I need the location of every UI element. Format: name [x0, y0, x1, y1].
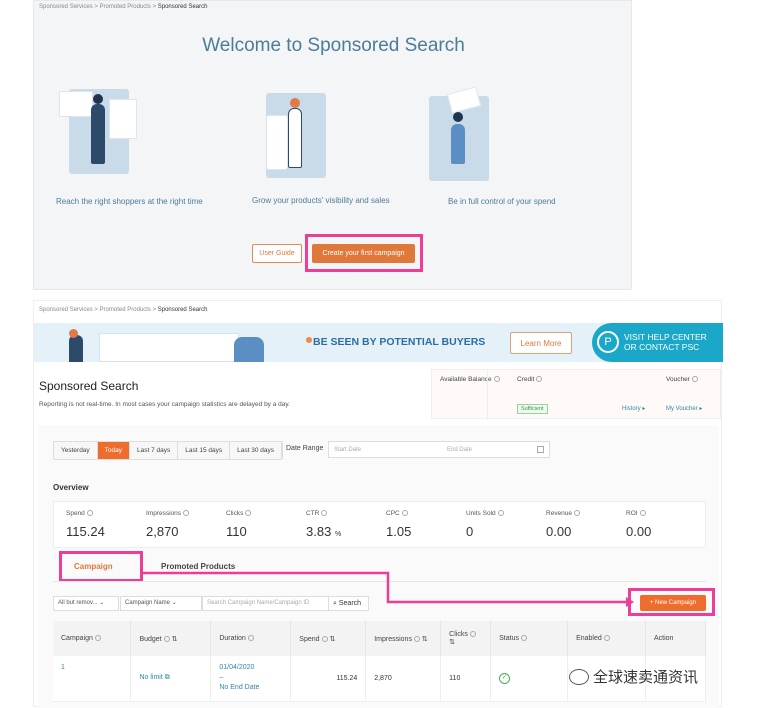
column-header-campaign: Campaign — [53, 621, 132, 656]
column-header-enabled: Enabled — [567, 621, 646, 656]
breadcrumb-item[interactable]: Sponsored Services — [39, 4, 93, 10]
status-filter-select[interactable]: All but remov... ⌄ — [53, 596, 119, 611]
visibility-illustration — [266, 93, 326, 178]
watermark: 全球速卖通资讯 — [569, 666, 698, 687]
wechat-icon — [569, 668, 589, 685]
column-header-clicks[interactable]: Clicks ⇅ — [440, 621, 492, 656]
sort-icon[interactable]: ⇅ — [449, 639, 455, 646]
feature-caption: Reach the right shoppers at the right ti… — [56, 197, 203, 206]
info-icon — [521, 635, 527, 642]
sort-icon[interactable]: ⇅ — [330, 636, 336, 643]
new-campaign-button[interactable]: + New Campaign — [640, 595, 706, 611]
welcome-panel: Sponsored Services > Promoted Products >… — [33, 0, 632, 290]
duration-cell[interactable]: 01/04/2020– No End Date — [210, 656, 292, 702]
sort-icon[interactable]: ⇅ — [422, 636, 428, 643]
column-header-spend[interactable]: Spend ⇅ — [290, 621, 367, 656]
spend-cell: 115.24 — [290, 656, 367, 702]
shoppers-illustration — [59, 89, 137, 174]
impressions-cell: 2,870 — [365, 656, 442, 702]
campaign-table: Campaign Budget ⇅ Duration Spend ⇅ Impressio… — [53, 621, 707, 702]
user-guide-button[interactable]: User Guide — [252, 244, 302, 263]
create-first-campaign-button[interactable]: Create your first campaign — [312, 244, 415, 263]
column-header-action: Action — [645, 621, 707, 656]
info-icon — [247, 635, 254, 642]
feature-caption: Be in full control of your spend — [448, 197, 556, 206]
breadcrumb: Sponsored Services > Promoted Products >… — [39, 4, 208, 10]
column-header-budget[interactable]: Budget ⇅ — [130, 621, 212, 656]
info-icon — [94, 635, 101, 642]
search-field-select[interactable]: Campaign Name ⌄ — [120, 596, 202, 611]
budget-link[interactable]: No limit — [139, 674, 162, 681]
sponsored-search-page: Sponsored Services > Promoted Products >… — [33, 300, 723, 708]
info-icon — [163, 635, 170, 642]
breadcrumb-current: Sponsored Search — [157, 4, 208, 10]
info-icon — [321, 635, 328, 642]
breadcrumb-item[interactable]: Promoted Products — [100, 4, 151, 10]
status-active-icon: ✓ — [499, 672, 511, 684]
column-header-duration: Duration — [210, 621, 292, 656]
column-header-status: Status — [490, 621, 569, 656]
campaign-link[interactable]: 1 — [61, 664, 65, 671]
info-icon — [603, 635, 610, 642]
campaign-search-input[interactable]: Search Campaign Name/Campaign ID — [202, 596, 329, 611]
clicks-cell: 110 — [440, 656, 492, 702]
edit-icon[interactable]: ⧉ — [165, 674, 170, 681]
sort-icon[interactable]: ⇅ — [172, 636, 178, 643]
search-button[interactable]: ⌕ Search — [328, 596, 369, 611]
page-title: Welcome to Sponsored Search — [202, 35, 465, 56]
info-icon — [469, 631, 476, 638]
feature-caption: Grow your products' visibility and sales — [252, 196, 390, 205]
column-header-impressions[interactable]: Impressions ⇅ — [365, 621, 442, 656]
info-icon — [413, 635, 420, 642]
spend-control-illustration — [429, 86, 489, 181]
